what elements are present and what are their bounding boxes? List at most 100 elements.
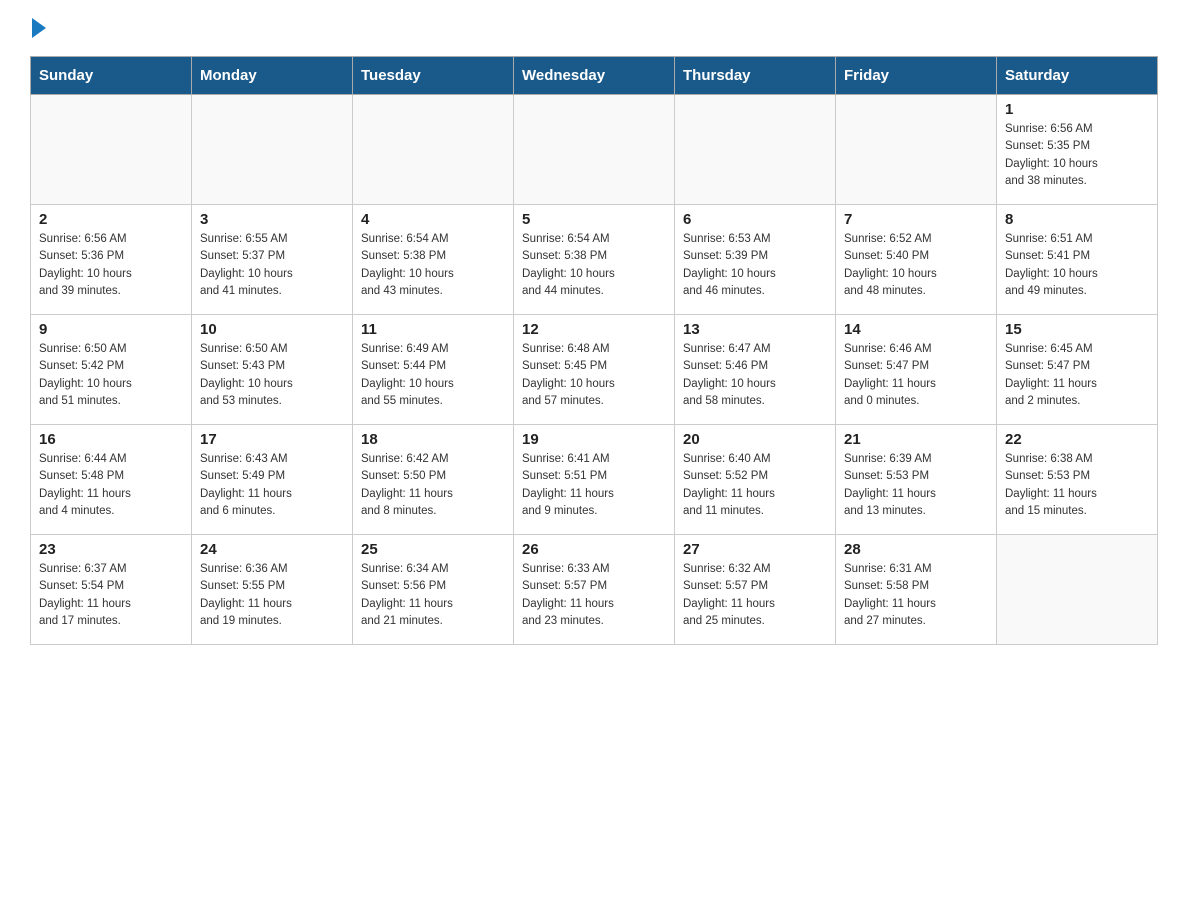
- calendar-cell: [514, 95, 675, 205]
- day-number: 26: [522, 541, 666, 558]
- day-info: Sunrise: 6:44 AMSunset: 5:48 PMDaylight:…: [39, 451, 183, 520]
- calendar-cell: 17 Sunrise: 6:43 AMSunset: 5:49 PMDayligh…: [192, 425, 353, 535]
- calendar-cell: 15 Sunrise: 6:45 AMSunset: 5:47 PMDayligh…: [997, 315, 1158, 425]
- page-header: [30, 20, 1158, 40]
- weekday-header-tuesday: Tuesday: [353, 57, 514, 95]
- day-info: Sunrise: 6:54 AMSunset: 5:38 PMDaylight:…: [361, 231, 505, 300]
- day-info: Sunrise: 6:56 AMSunset: 5:36 PMDaylight:…: [39, 231, 183, 300]
- day-number: 27: [683, 541, 827, 558]
- calendar-week-row: 23 Sunrise: 6:37 AMSunset: 5:54 PMDayligh…: [31, 535, 1158, 645]
- weekday-header-saturday: Saturday: [997, 57, 1158, 95]
- day-number: 9: [39, 321, 183, 338]
- day-number: 24: [200, 541, 344, 558]
- calendar-cell: 6 Sunrise: 6:53 AMSunset: 5:39 PMDaylight…: [675, 205, 836, 315]
- day-info: Sunrise: 6:40 AMSunset: 5:52 PMDaylight:…: [683, 451, 827, 520]
- calendar-cell: [836, 95, 997, 205]
- calendar-week-row: 1 Sunrise: 6:56 AMSunset: 5:35 PMDaylight…: [31, 95, 1158, 205]
- weekday-header-friday: Friday: [836, 57, 997, 95]
- calendar-cell: 24 Sunrise: 6:36 AMSunset: 5:55 PMDayligh…: [192, 535, 353, 645]
- calendar-cell: 18 Sunrise: 6:42 AMSunset: 5:50 PMDayligh…: [353, 425, 514, 535]
- logo: [30, 20, 46, 40]
- calendar-cell: 27 Sunrise: 6:32 AMSunset: 5:57 PMDayligh…: [675, 535, 836, 645]
- calendar-cell: 4 Sunrise: 6:54 AMSunset: 5:38 PMDaylight…: [353, 205, 514, 315]
- calendar-cell: 25 Sunrise: 6:34 AMSunset: 5:56 PMDayligh…: [353, 535, 514, 645]
- day-number: 13: [683, 321, 827, 338]
- day-info: Sunrise: 6:49 AMSunset: 5:44 PMDaylight:…: [361, 341, 505, 410]
- weekday-header-thursday: Thursday: [675, 57, 836, 95]
- calendar-cell: 22Sunrise: 6:38 AMSunset: 5:53 PMDayligh…: [997, 425, 1158, 535]
- day-number: 28: [844, 541, 988, 558]
- calendar-week-row: 2 Sunrise: 6:56 AMSunset: 5:36 PMDaylight…: [31, 205, 1158, 315]
- day-number: 12: [522, 321, 666, 338]
- day-info: Sunrise: 6:50 AMSunset: 5:43 PMDaylight:…: [200, 341, 344, 410]
- day-info: Sunrise: 6:51 AMSunset: 5:41 PMDaylight:…: [1005, 231, 1149, 300]
- day-info: Sunrise: 6:31 AMSunset: 5:58 PMDaylight:…: [844, 561, 988, 630]
- calendar-week-row: 9 Sunrise: 6:50 AMSunset: 5:42 PMDaylight…: [31, 315, 1158, 425]
- day-number: 15: [1005, 321, 1149, 338]
- day-number: 3: [200, 211, 344, 228]
- day-number: 1: [1005, 101, 1149, 118]
- weekday-header-sunday: Sunday: [31, 57, 192, 95]
- day-number: 11: [361, 321, 505, 338]
- day-number: 17: [200, 431, 344, 448]
- day-info: Sunrise: 6:56 AMSunset: 5:35 PMDaylight:…: [1005, 121, 1149, 190]
- day-info: Sunrise: 6:41 AMSunset: 5:51 PMDaylight:…: [522, 451, 666, 520]
- day-info: Sunrise: 6:50 AMSunset: 5:42 PMDaylight:…: [39, 341, 183, 410]
- day-number: 23: [39, 541, 183, 558]
- day-number: 16: [39, 431, 183, 448]
- day-info: Sunrise: 6:32 AMSunset: 5:57 PMDaylight:…: [683, 561, 827, 630]
- day-info: Sunrise: 6:54 AMSunset: 5:38 PMDaylight:…: [522, 231, 666, 300]
- calendar-cell: 14Sunrise: 6:46 AMSunset: 5:47 PMDayligh…: [836, 315, 997, 425]
- calendar-cell: 13 Sunrise: 6:47 AMSunset: 5:46 PMDayligh…: [675, 315, 836, 425]
- calendar-cell: 5Sunrise: 6:54 AMSunset: 5:38 PMDaylight…: [514, 205, 675, 315]
- day-info: Sunrise: 6:45 AMSunset: 5:47 PMDaylight:…: [1005, 341, 1149, 410]
- day-number: 7: [844, 211, 988, 228]
- calendar-cell: 9 Sunrise: 6:50 AMSunset: 5:42 PMDaylight…: [31, 315, 192, 425]
- day-info: Sunrise: 6:38 AMSunset: 5:53 PMDaylight:…: [1005, 451, 1149, 520]
- calendar-cell: 10 Sunrise: 6:50 AMSunset: 5:43 PMDayligh…: [192, 315, 353, 425]
- day-info: Sunrise: 6:48 AMSunset: 5:45 PMDaylight:…: [522, 341, 666, 410]
- calendar-cell: 1 Sunrise: 6:56 AMSunset: 5:35 PMDaylight…: [997, 95, 1158, 205]
- day-info: Sunrise: 6:52 AMSunset: 5:40 PMDaylight:…: [844, 231, 988, 300]
- day-number: 18: [361, 431, 505, 448]
- day-info: Sunrise: 6:55 AMSunset: 5:37 PMDaylight:…: [200, 231, 344, 300]
- weekday-header-monday: Monday: [192, 57, 353, 95]
- day-number: 10: [200, 321, 344, 338]
- day-info: Sunrise: 6:46 AMSunset: 5:47 PMDaylight:…: [844, 341, 988, 410]
- day-number: 19: [522, 431, 666, 448]
- day-info: Sunrise: 6:39 AMSunset: 5:53 PMDaylight:…: [844, 451, 988, 520]
- calendar-cell: [31, 95, 192, 205]
- calendar-cell: 2 Sunrise: 6:56 AMSunset: 5:36 PMDaylight…: [31, 205, 192, 315]
- day-number: 2: [39, 211, 183, 228]
- day-info: Sunrise: 6:43 AMSunset: 5:49 PMDaylight:…: [200, 451, 344, 520]
- day-info: Sunrise: 6:37 AMSunset: 5:54 PMDaylight:…: [39, 561, 183, 630]
- calendar-cell: 23 Sunrise: 6:37 AMSunset: 5:54 PMDayligh…: [31, 535, 192, 645]
- day-number: 6: [683, 211, 827, 228]
- logo-arrow-icon: [32, 18, 46, 38]
- day-info: Sunrise: 6:47 AMSunset: 5:46 PMDaylight:…: [683, 341, 827, 410]
- day-info: Sunrise: 6:42 AMSunset: 5:50 PMDaylight:…: [361, 451, 505, 520]
- day-info: Sunrise: 6:34 AMSunset: 5:56 PMDaylight:…: [361, 561, 505, 630]
- day-number: 4: [361, 211, 505, 228]
- calendar-cell: 12 Sunrise: 6:48 AMSunset: 5:45 PMDayligh…: [514, 315, 675, 425]
- calendar-table: SundayMondayTuesdayWednesdayThursdayFrid…: [30, 56, 1158, 645]
- calendar-cell: 21 Sunrise: 6:39 AMSunset: 5:53 PMDayligh…: [836, 425, 997, 535]
- day-number: 21: [844, 431, 988, 448]
- calendar-cell: 26 Sunrise: 6:33 AMSunset: 5:57 PMDayligh…: [514, 535, 675, 645]
- calendar-week-row: 16 Sunrise: 6:44 AMSunset: 5:48 PMDayligh…: [31, 425, 1158, 535]
- calendar-cell: [353, 95, 514, 205]
- calendar-cell: 20 Sunrise: 6:40 AMSunset: 5:52 PMDayligh…: [675, 425, 836, 535]
- day-number: 25: [361, 541, 505, 558]
- weekday-header-wednesday: Wednesday: [514, 57, 675, 95]
- calendar-cell: 8 Sunrise: 6:51 AMSunset: 5:41 PMDaylight…: [997, 205, 1158, 315]
- calendar-cell: [192, 95, 353, 205]
- calendar-cell: 28 Sunrise: 6:31 AMSunset: 5:58 PMDayligh…: [836, 535, 997, 645]
- day-info: Sunrise: 6:36 AMSunset: 5:55 PMDaylight:…: [200, 561, 344, 630]
- day-number: 20: [683, 431, 827, 448]
- day-number: 8: [1005, 211, 1149, 228]
- day-info: Sunrise: 6:53 AMSunset: 5:39 PMDaylight:…: [683, 231, 827, 300]
- calendar-cell: 16 Sunrise: 6:44 AMSunset: 5:48 PMDayligh…: [31, 425, 192, 535]
- calendar-cell: 19 Sunrise: 6:41 AMSunset: 5:51 PMDayligh…: [514, 425, 675, 535]
- calendar-cell: [675, 95, 836, 205]
- day-info: Sunrise: 6:33 AMSunset: 5:57 PMDaylight:…: [522, 561, 666, 630]
